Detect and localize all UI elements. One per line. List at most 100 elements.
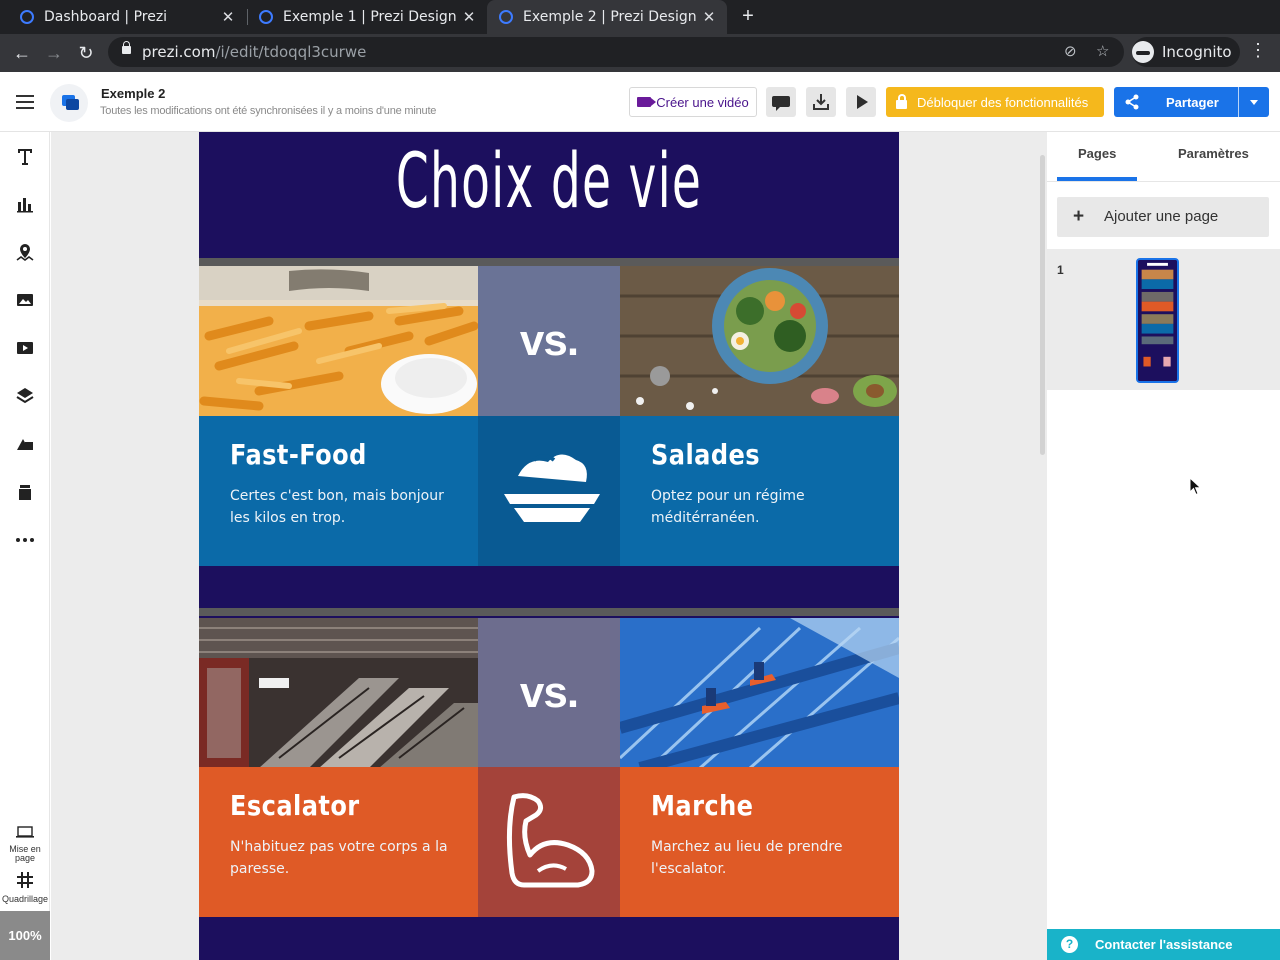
page-layout-label-2: page — [14, 853, 36, 863]
salads-card[interactable]: Salades Optez pour un régime méditérrané… — [620, 416, 899, 566]
contact-support-button[interactable]: ? Contacter l'assistance — [1047, 929, 1280, 960]
slide-page[interactable]: Choix de vie vs. Fast-Food Certes c'est … — [199, 132, 899, 960]
back-icon[interactable]: ← — [9, 40, 35, 66]
muscle-icon-cell[interactable] — [478, 767, 620, 917]
comments-button[interactable] — [766, 87, 796, 117]
new-tab-button[interactable]: + — [736, 4, 760, 28]
canvas-scrollbar[interactable] — [1040, 155, 1045, 455]
plus-icon: + — [1073, 206, 1085, 227]
stairs-photo[interactable] — [620, 618, 899, 768]
download-button[interactable] — [806, 87, 836, 117]
card-title: Fast-Food — [230, 438, 367, 471]
image-tool-icon[interactable] — [14, 289, 36, 311]
escalator-photo[interactable] — [199, 618, 478, 768]
contact-support-label: Contacter l'assistance — [1095, 937, 1233, 952]
chart-tool-icon[interactable] — [14, 193, 36, 215]
sync-status: Toutes les modifications ont été synchro… — [100, 105, 437, 117]
more-icon[interactable] — [14, 529, 36, 551]
close-icon[interactable]: ✕ — [218, 8, 238, 26]
incognito-profile-button[interactable]: Incognito — [1132, 37, 1240, 67]
chevron-down-icon[interactable] — [1250, 100, 1258, 105]
browser-tab-exemple-2[interactable]: Exemple 2 | Prezi Design ✕ — [487, 0, 727, 34]
tab-title: Exemple 1 | Prezi Design — [283, 9, 457, 25]
pages-panel: Pages Paramètres + Ajouter une page 1 ? … — [1047, 132, 1280, 960]
tab-title: Dashboard | Prezi — [44, 9, 168, 25]
fast-food-card[interactable]: Fast-Food Certes c'est bon, mais bonjour… — [199, 416, 478, 566]
prezi-favicon-icon — [499, 10, 513, 24]
forward-icon[interactable]: → — [41, 40, 67, 66]
page-layout-icon[interactable] — [14, 821, 36, 843]
tab-pages[interactable]: Pages — [1078, 146, 1116, 161]
eye-off-icon[interactable]: ⊘ — [1064, 42, 1077, 60]
salad-photo[interactable] — [620, 266, 899, 416]
unlock-features-button[interactable]: Débloquer des fonctionnalités — [886, 87, 1104, 117]
vs-label[interactable]: vs. — [478, 618, 620, 768]
unlock-label: Débloquer des fonctionnalités — [917, 94, 1089, 110]
share-button[interactable]: Partager — [1114, 87, 1269, 117]
star-icon[interactable]: ☆ — [1096, 42, 1109, 60]
address-bar[interactable]: prezi.com/i/edit/tdoqql3curwe ⊘ ☆ — [108, 37, 1124, 67]
flexed-arm-icon — [506, 793, 595, 888]
add-page-label: Ajouter une page — [1104, 208, 1219, 225]
shapes-tool-icon[interactable] — [14, 433, 36, 455]
help-icon: ? — [1061, 936, 1078, 953]
layers-icon[interactable] — [14, 385, 36, 407]
share-icon — [1125, 94, 1139, 110]
close-icon[interactable]: ✕ — [699, 8, 719, 26]
card-text: Marchez au lieu de prendre l'escalator. — [651, 839, 843, 877]
create-video-button[interactable]: Créer une vidéo — [629, 87, 757, 117]
page-list-item[interactable]: 1 — [1047, 249, 1280, 390]
browser-toolbar: ← → ↻ prezi.com/i/edit/tdoqql3curwe ⊘ ☆ … — [0, 34, 1280, 72]
create-video-label: Créer une vidéo — [656, 94, 749, 110]
fries-photo[interactable] — [199, 266, 478, 416]
download-icon — [813, 94, 829, 110]
present-button[interactable] — [846, 87, 876, 117]
share-divider — [1238, 87, 1239, 117]
grid-icon[interactable] — [14, 869, 36, 891]
lock-icon — [896, 93, 907, 109]
url-host: prezi.com — [142, 43, 216, 61]
hamburger-menu-icon[interactable] — [16, 95, 34, 109]
slide-title[interactable]: Choix de vie — [332, 136, 766, 225]
food-icon-cell[interactable] — [478, 416, 620, 566]
divider-band — [199, 608, 899, 616]
browser-tab-exemple-1[interactable]: Exemple 1 | Prezi Design ✕ — [239, 0, 487, 34]
tab-settings[interactable]: Paramètres — [1178, 146, 1249, 161]
page-thumbnail[interactable] — [1136, 258, 1179, 383]
url-text[interactable]: prezi.com/i/edit/tdoqql3curwe — [142, 43, 366, 61]
browser-tab-bar: Dashboard | Prezi ✕ Exemple 1 | Prezi De… — [0, 0, 1280, 34]
escalator-card[interactable]: Escalator N'habituez pas votre corps a l… — [199, 767, 478, 917]
profile-label: Incognito — [1162, 43, 1232, 61]
prezi-design-logo[interactable] — [50, 84, 88, 122]
play-icon — [857, 95, 868, 109]
text-tool-icon[interactable] — [14, 145, 36, 167]
card-text: N'habituez pas votre corps a la paresse. — [230, 839, 448, 877]
card-text: Certes c'est bon, mais bonjour les kilos… — [230, 488, 444, 526]
walking-card[interactable]: Marche Marchez au lieu de prendre l'esca… — [620, 767, 899, 917]
editor-canvas[interactable]: Choix de vie vs. Fast-Food Certes c'est … — [51, 132, 1047, 960]
document-title[interactable]: Exemple 2 — [101, 86, 165, 101]
incognito-icon — [1132, 41, 1154, 63]
card-text: Optez pour un régime méditérranéen. — [651, 488, 805, 526]
lock-icon — [122, 41, 131, 54]
prezi-favicon-icon — [259, 10, 273, 24]
food-bowl-icon — [504, 454, 600, 522]
editor-header: Exemple 2 Toutes les modifications ont é… — [0, 72, 1280, 132]
map-tool-icon[interactable] — [14, 241, 36, 263]
card-title: Escalator — [230, 789, 360, 822]
card-title: Salades — [651, 438, 761, 471]
close-icon[interactable]: ✕ — [459, 8, 479, 26]
zoom-level-button[interactable]: 100% — [0, 911, 50, 960]
content-library-icon[interactable] — [14, 481, 36, 503]
page-number: 1 — [1057, 263, 1064, 277]
add-page-button[interactable]: + Ajouter une page — [1057, 197, 1269, 237]
vs-label[interactable]: vs. — [478, 266, 620, 416]
reload-icon[interactable]: ↻ — [73, 40, 99, 66]
mouse-cursor-icon — [1189, 477, 1202, 496]
browser-menu-icon[interactable]: ⋮ — [1248, 40, 1268, 61]
video-camera-icon — [637, 97, 657, 107]
video-tool-icon[interactable] — [14, 337, 36, 359]
divider-band — [199, 258, 899, 266]
prezi-favicon-icon — [20, 10, 34, 24]
browser-tab-dashboard[interactable]: Dashboard | Prezi ✕ — [0, 0, 246, 34]
